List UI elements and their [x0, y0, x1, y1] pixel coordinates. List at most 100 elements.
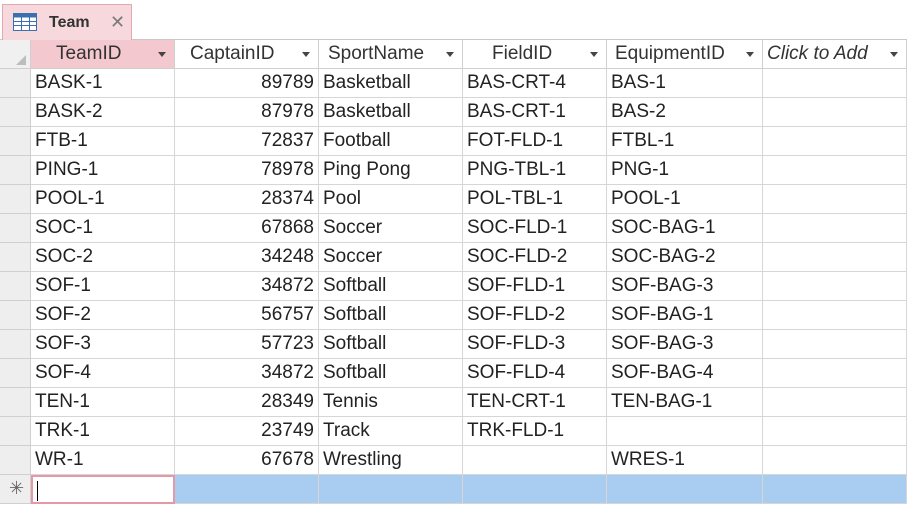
table-cell-teamid[interactable]: TEN-1: [31, 388, 175, 417]
table-cell-sportname[interactable]: Ping Pong: [319, 156, 463, 185]
table-cell-fieldid[interactable]: [463, 446, 607, 475]
record-selector[interactable]: [0, 417, 31, 446]
table-cell-captainid[interactable]: 34872: [175, 272, 319, 301]
table-cell-teamid[interactable]: POOL-1: [31, 185, 175, 214]
table-cell-equipmentid[interactable]: SOF-BAG-3: [607, 330, 763, 359]
table-cell-teamid[interactable]: SOF-3: [31, 330, 175, 359]
tab-team[interactable]: Team ✕: [2, 4, 132, 40]
table-cell-clicktoadd[interactable]: [763, 127, 907, 156]
table-cell-fieldid[interactable]: SOF-FLD-4: [463, 359, 607, 388]
column-header-sportname[interactable]: SportName: [319, 40, 463, 69]
table-cell-clicktoadd[interactable]: [763, 359, 907, 388]
table-cell-fieldid[interactable]: POL-TBL-1: [463, 185, 607, 214]
table-cell-captainid[interactable]: 67868: [175, 214, 319, 243]
table-cell-clicktoadd[interactable]: [763, 243, 907, 272]
table-cell-clicktoadd[interactable]: [763, 417, 907, 446]
table-cell-equipmentid[interactable]: WRES-1: [607, 446, 763, 475]
table-cell-teamid[interactable]: PING-1: [31, 156, 175, 185]
dropdown-arrow-icon[interactable]: [590, 52, 598, 57]
table-cell-teamid[interactable]: BASK-2: [31, 98, 175, 127]
table-cell-sportname[interactable]: Soccer: [319, 243, 463, 272]
table-cell-captainid[interactable]: 34248: [175, 243, 319, 272]
dropdown-arrow-icon[interactable]: [746, 52, 754, 57]
record-selector[interactable]: [0, 185, 31, 214]
table-cell-equipmentid[interactable]: SOC-BAG-2: [607, 243, 763, 272]
table-cell-teamid[interactable]: WR-1: [31, 446, 175, 475]
table-cell-sportname[interactable]: Pool: [319, 185, 463, 214]
table-cell-fieldid[interactable]: BAS-CRT-1: [463, 98, 607, 127]
table-cell-fieldid[interactable]: PNG-TBL-1: [463, 156, 607, 185]
table-cell-captainid[interactable]: 89789: [175, 69, 319, 98]
table-cell-equipmentid[interactable]: PNG-1: [607, 156, 763, 185]
table-cell-fieldid[interactable]: SOF-FLD-3: [463, 330, 607, 359]
table-cell-equipmentid[interactable]: SOF-BAG-3: [607, 272, 763, 301]
dropdown-arrow-icon[interactable]: [302, 52, 310, 57]
table-cell-captainid[interactable]: 78978: [175, 156, 319, 185]
dropdown-arrow-icon[interactable]: [158, 52, 166, 57]
record-selector[interactable]: [0, 272, 31, 301]
table-cell-equipmentid[interactable]: [607, 417, 763, 446]
record-selector[interactable]: [0, 446, 31, 475]
table-cell-sportname[interactable]: Softball: [319, 301, 463, 330]
record-selector[interactable]: [0, 330, 31, 359]
table-cell-sportname[interactable]: Wrestling: [319, 446, 463, 475]
table-cell-captainid[interactable]: 72837: [175, 127, 319, 156]
table-cell-sportname[interactable]: Softball: [319, 330, 463, 359]
table-cell-teamid[interactable]: BASK-1: [31, 69, 175, 98]
table-cell-sportname[interactable]: Track: [319, 417, 463, 446]
record-selector[interactable]: [0, 214, 31, 243]
record-selector[interactable]: [0, 243, 31, 272]
table-cell-captainid[interactable]: 34872: [175, 359, 319, 388]
table-cell-clicktoadd[interactable]: [763, 330, 907, 359]
column-header-captainid[interactable]: CaptainID: [175, 40, 319, 69]
column-header-equipmentid[interactable]: EquipmentID: [607, 40, 763, 69]
table-cell-clicktoadd[interactable]: [763, 388, 907, 417]
table-cell-sportname[interactable]: Football: [319, 127, 463, 156]
select-all-corner[interactable]: [0, 40, 31, 69]
table-cell-equipmentid[interactable]: POOL-1: [607, 185, 763, 214]
column-header-fieldid[interactable]: FieldID: [463, 40, 607, 69]
table-cell-equipmentid[interactable]: BAS-1: [607, 69, 763, 98]
table-cell-clicktoadd[interactable]: [763, 69, 907, 98]
table-cell-equipmentid[interactable]: SOF-BAG-4: [607, 359, 763, 388]
table-cell-fieldid[interactable]: SOF-FLD-1: [463, 272, 607, 301]
record-selector[interactable]: [0, 98, 31, 127]
close-icon[interactable]: ✕: [110, 12, 125, 33]
table-cell-equipmentid[interactable]: FTBL-1: [607, 127, 763, 156]
table-cell-teamid[interactable]: SOF-4: [31, 359, 175, 388]
table-cell-fieldid[interactable]: BAS-CRT-4: [463, 69, 607, 98]
table-cell-teamid[interactable]: SOC-1: [31, 214, 175, 243]
table-cell-clicktoadd[interactable]: [763, 301, 907, 330]
column-header-teamid[interactable]: TeamID: [31, 40, 175, 69]
record-selector[interactable]: [0, 127, 31, 156]
table-cell-teamid[interactable]: SOF-1: [31, 272, 175, 301]
table-cell-fieldid[interactable]: TRK-FLD-1: [463, 417, 607, 446]
table-cell-sportname[interactable]: Basketball: [319, 98, 463, 127]
table-cell-captainid[interactable]: 67678: [175, 446, 319, 475]
table-cell-captainid[interactable]: 87978: [175, 98, 319, 127]
table-cell-fieldid[interactable]: SOC-FLD-2: [463, 243, 607, 272]
table-cell-sportname[interactable]: Soccer: [319, 214, 463, 243]
dropdown-arrow-icon[interactable]: [890, 52, 898, 57]
table-cell-sportname[interactable]: Basketball: [319, 69, 463, 98]
record-selector[interactable]: [0, 359, 31, 388]
active-cell-input[interactable]: [31, 475, 175, 504]
new-record-cell[interactable]: [175, 475, 319, 504]
table-cell-fieldid[interactable]: SOC-FLD-1: [463, 214, 607, 243]
table-cell-captainid[interactable]: 28349: [175, 388, 319, 417]
table-cell-clicktoadd[interactable]: [763, 272, 907, 301]
new-record-cell[interactable]: [763, 475, 907, 504]
table-cell-sportname[interactable]: Tennis: [319, 388, 463, 417]
column-header-clicktoadd[interactable]: Click to Add: [763, 40, 907, 69]
table-cell-equipmentid[interactable]: BAS-2: [607, 98, 763, 127]
table-cell-equipmentid[interactable]: SOF-BAG-1: [607, 301, 763, 330]
table-cell-sportname[interactable]: Softball: [319, 272, 463, 301]
record-selector[interactable]: [0, 301, 31, 330]
table-cell-captainid[interactable]: 23749: [175, 417, 319, 446]
table-cell-teamid[interactable]: TRK-1: [31, 417, 175, 446]
new-record-selector[interactable]: ✳: [0, 475, 31, 504]
new-record-cell[interactable]: [607, 475, 763, 504]
table-cell-captainid[interactable]: 57723: [175, 330, 319, 359]
new-record-cell[interactable]: [463, 475, 607, 504]
table-cell-clicktoadd[interactable]: [763, 214, 907, 243]
